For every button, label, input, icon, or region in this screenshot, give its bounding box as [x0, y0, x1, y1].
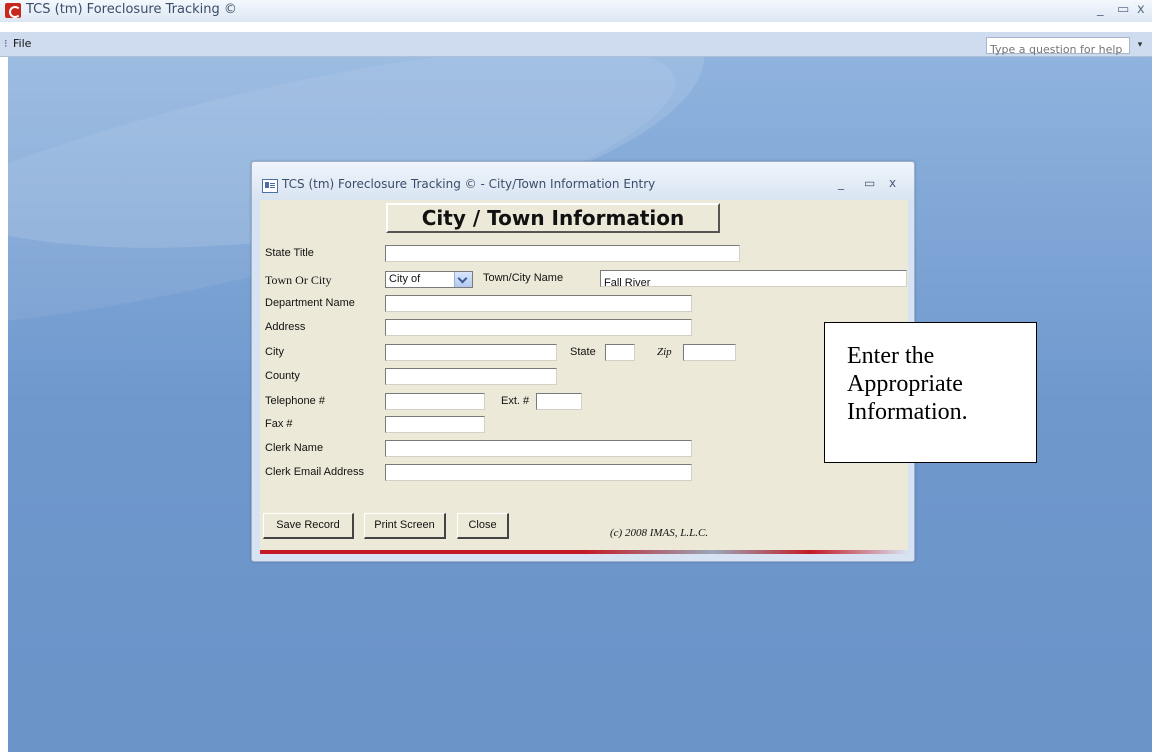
town-or-city-value: City of	[389, 273, 421, 285]
form-icon	[262, 179, 278, 193]
county-input[interactable]	[386, 373, 556, 389]
city-field[interactable]	[385, 344, 557, 365]
zip-input[interactable]	[684, 349, 735, 365]
form-body: City / Town Information State Title Town…	[260, 200, 908, 550]
form-bottom-strip	[260, 550, 908, 554]
help-dropdown-icon[interactable]: ▾	[1133, 37, 1147, 53]
county-field[interactable]	[385, 368, 557, 389]
department-name-input[interactable]	[386, 300, 691, 316]
print-screen-button[interactable]: Print Screen	[364, 513, 446, 539]
clerk-name-input[interactable]	[386, 445, 691, 461]
form-title-bar: TCS (tm) Foreclosure Tracking © - City/T…	[252, 162, 914, 200]
zip-label: Zip	[657, 346, 672, 358]
telephone-label: Telephone #	[265, 395, 325, 407]
copyright-text: (c) 2008 IMAS, L.L.C.	[610, 527, 709, 539]
state-title-field[interactable]	[385, 245, 740, 266]
state-input[interactable]	[606, 349, 634, 365]
telephone-field[interactable]	[385, 393, 485, 414]
city-label: City	[265, 346, 284, 358]
app-logo-icon	[5, 3, 21, 18]
address-field[interactable]	[385, 319, 692, 340]
town-city-name-input[interactable]	[601, 275, 906, 291]
menu-bar: ⁝ File ▾	[0, 32, 1152, 57]
state-title-input[interactable]	[386, 250, 739, 266]
town-or-city-select[interactable]: City of	[385, 271, 473, 288]
address-label: Address	[265, 321, 306, 333]
town-city-name-field[interactable]	[600, 270, 907, 291]
clerk-name-label: Clerk Name	[265, 442, 324, 454]
department-name-field[interactable]	[385, 295, 692, 316]
telephone-input[interactable]	[386, 398, 484, 414]
form-restore-button[interactable]: ▭	[864, 176, 875, 190]
instruction-callout: Enter the Appropriate Information.	[824, 322, 1037, 463]
chevron-down-icon[interactable]	[454, 272, 472, 287]
fax-input[interactable]	[386, 421, 484, 437]
form-close-button[interactable]: x	[889, 176, 896, 190]
town-or-city-label: Town Or City	[265, 273, 332, 287]
city-town-form-window: TCS (tm) Foreclosure Tracking © - City/T…	[251, 161, 915, 562]
zip-field[interactable]	[683, 344, 736, 365]
form-window-title: TCS (tm) Foreclosure Tracking © - City/T…	[282, 177, 656, 191]
help-search-input[interactable]	[987, 42, 1129, 57]
close-form-button[interactable]: Close	[457, 513, 509, 539]
menu-grip-icon: ⁝	[4, 37, 8, 50]
state-title-label: State Title	[265, 247, 314, 259]
ext-field[interactable]	[536, 393, 582, 414]
city-input[interactable]	[386, 349, 556, 365]
fax-label: Fax #	[265, 418, 293, 430]
restore-button[interactable]: ▭	[1117, 2, 1129, 17]
clerk-email-input[interactable]	[386, 469, 691, 485]
clerk-email-field[interactable]	[385, 464, 692, 485]
state-field[interactable]	[605, 344, 635, 365]
form-minimize-button[interactable]: _	[838, 176, 844, 190]
ext-label: Ext. #	[501, 395, 530, 407]
app-title-bar: TCS (tm) Foreclosure Tracking © _ ▭ x	[0, 0, 1152, 22]
town-city-name-label: Town/City Name	[483, 272, 564, 284]
address-input[interactable]	[386, 324, 691, 340]
app-title: TCS (tm) Foreclosure Tracking ©	[26, 2, 237, 17]
close-button[interactable]: x	[1137, 2, 1145, 17]
minimize-button[interactable]: _	[1097, 2, 1104, 17]
callout-text: Enter the Appropriate Information.	[847, 343, 968, 425]
fax-field[interactable]	[385, 416, 485, 437]
ext-input[interactable]	[537, 398, 581, 414]
menu-file[interactable]: File	[13, 37, 31, 50]
help-search-box[interactable]	[986, 37, 1130, 57]
county-label: County	[265, 370, 300, 382]
department-name-label: Department Name	[265, 297, 355, 309]
clerk-name-field[interactable]	[385, 440, 692, 461]
form-header: City / Town Information	[386, 203, 720, 233]
save-record-button[interactable]: Save Record	[263, 513, 354, 539]
state-label: State	[570, 346, 596, 358]
clerk-email-label: Clerk Email Address	[265, 466, 365, 478]
